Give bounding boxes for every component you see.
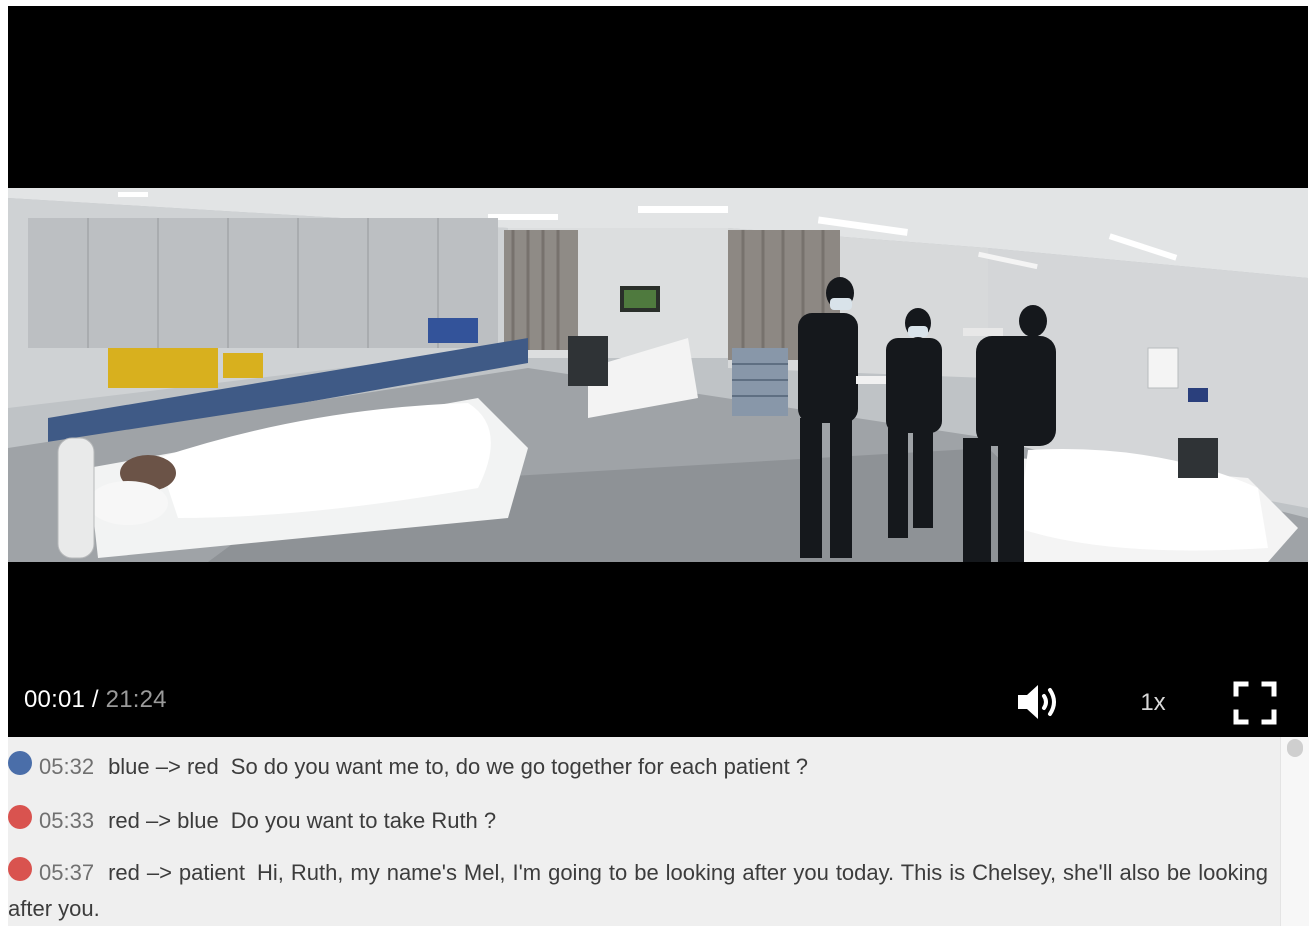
volume-button[interactable]: [1014, 680, 1064, 724]
current-time: 00:01: [24, 686, 86, 713]
speaker-color-dot: [8, 751, 32, 775]
playback-speed-button[interactable]: 1x: [1128, 686, 1178, 720]
player-controls-bar: 00:01 / 21:24 1x: [8, 666, 1308, 737]
entry-timestamp[interactable]: 05:33: [39, 808, 94, 833]
transcript-scrollbar[interactable]: [1280, 737, 1309, 926]
video-player[interactable]: 00:01 / 21:24 1x: [8, 6, 1308, 737]
scrollbar-thumb[interactable]: [1287, 739, 1303, 757]
entry-direction: red –> patient: [108, 860, 245, 885]
entry-direction: blue –> red: [108, 754, 219, 779]
speaker-color-dot: [8, 857, 32, 881]
time-display: 00:01 / 21:24: [24, 686, 167, 714]
transcript-entry[interactable]: 05:32 blue –> red So do you want me to, do…: [8, 749, 1268, 785]
time-separator: /: [85, 686, 106, 713]
transcript-entry[interactable]: 05:33 red –> blue Do you want to take Ruth…: [8, 803, 1268, 839]
video-frame[interactable]: [8, 188, 1308, 562]
entry-text: So do you want me to, do we go together …: [230, 754, 809, 779]
speaker-color-dot: [8, 805, 32, 829]
entry-timestamp[interactable]: 05:32: [39, 754, 94, 779]
transcript-entry[interactable]: 05:37 red –> patient Hi, Ruth, my name's M…: [8, 855, 1268, 926]
entry-direction: red –> blue: [108, 808, 219, 833]
fullscreen-button[interactable]: [1232, 680, 1278, 726]
transcript-panel[interactable]: 05:32 blue –> red So do you want me to, do…: [8, 737, 1280, 926]
fullscreen-icon: [1233, 681, 1277, 725]
duration: 21:24: [105, 686, 167, 713]
entry-timestamp[interactable]: 05:37: [39, 860, 94, 885]
video-scene-image: [8, 188, 1308, 562]
entry-text: Do you want to take Ruth ?: [230, 808, 497, 833]
volume-icon: [1018, 685, 1056, 719]
